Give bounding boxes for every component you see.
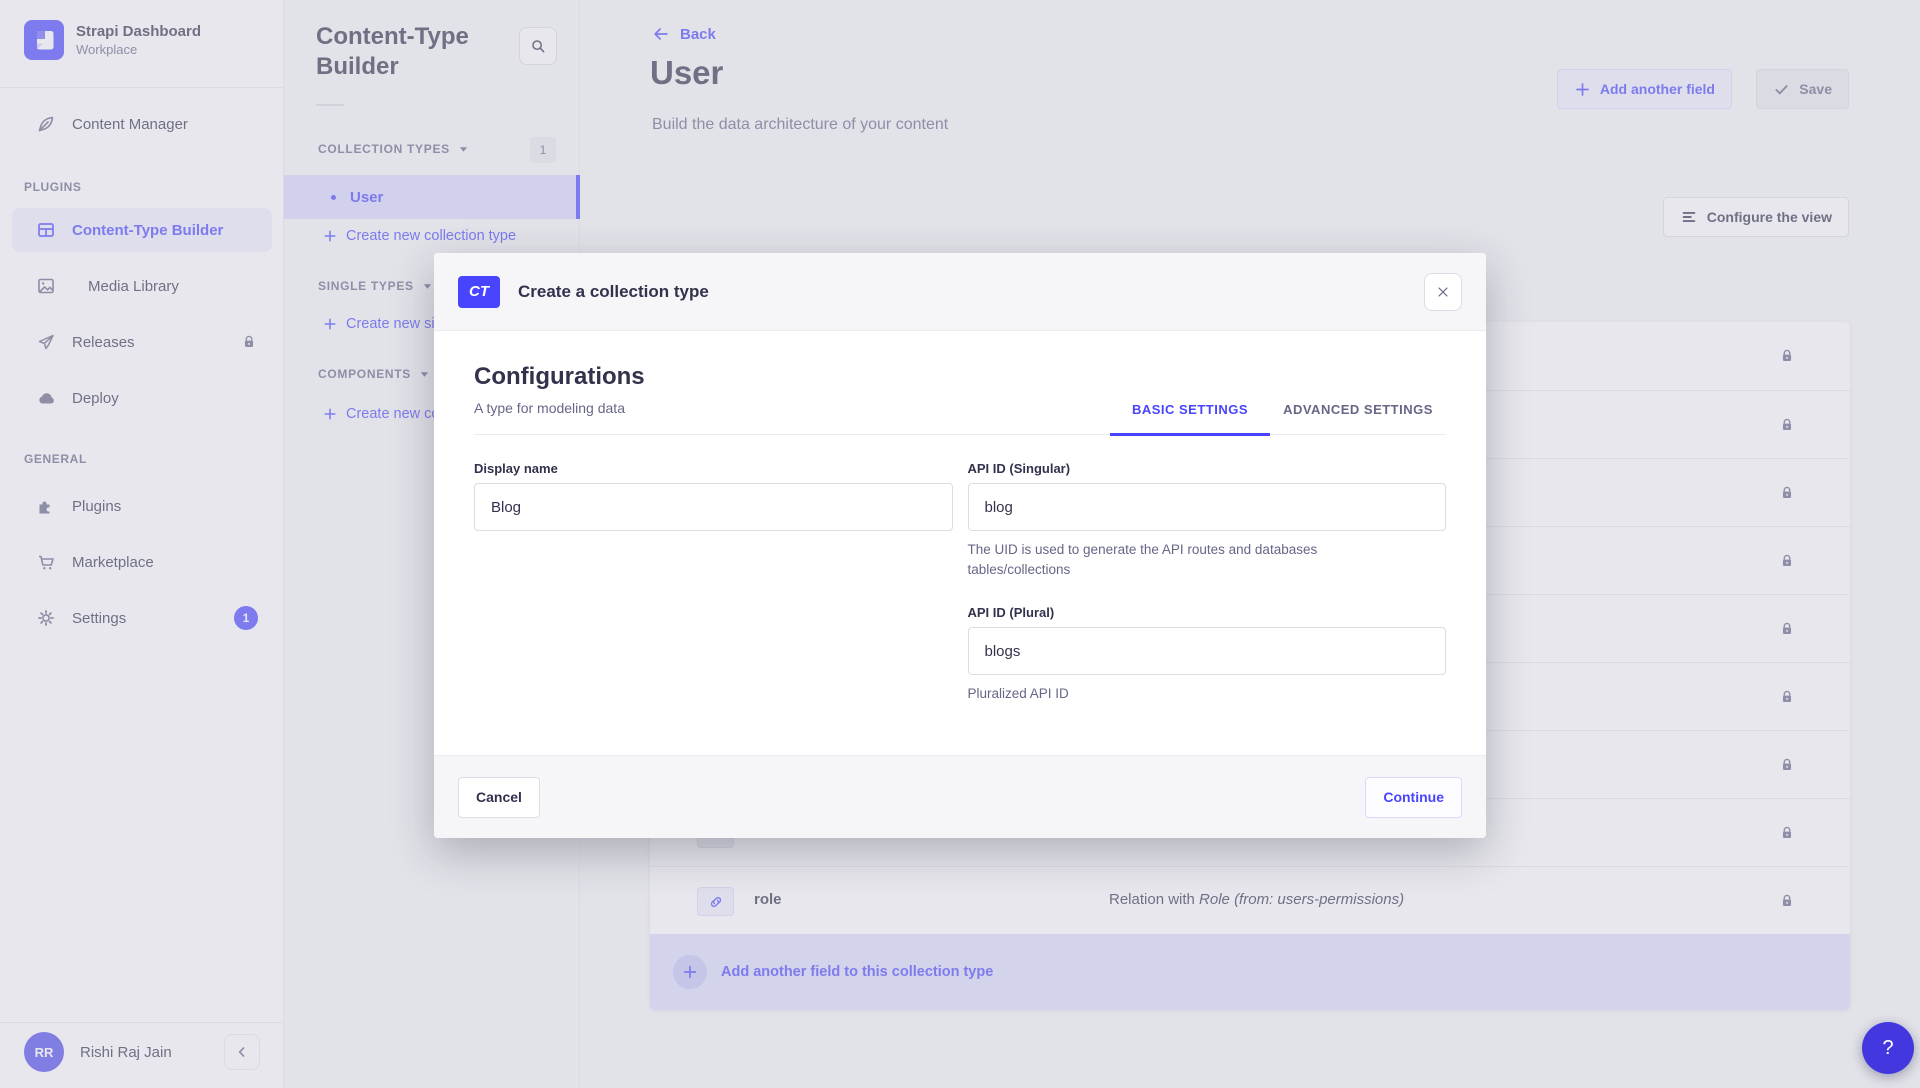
modal-head-row: Configurations A type for modeling data … (474, 331, 1446, 435)
strapi-app: Strapi Dashboard Workplace Content Manag… (0, 0, 1920, 1088)
modal-form: Display name API ID (Singular) The UID i… (474, 435, 1446, 704)
api-id-singular-label: API ID (Singular) (968, 461, 1447, 476)
modal-tabs: BASIC SETTINGS ADVANCED SETTINGS (1110, 402, 1446, 434)
modal-subheading: A type for modeling data (474, 400, 645, 434)
api-id-plural-label: API ID (Plural) (968, 605, 1447, 620)
modal-body: Configurations A type for modeling data … (434, 331, 1486, 704)
modal-heading: Configurations (474, 363, 645, 391)
continue-button[interactable]: Continue (1365, 777, 1462, 818)
create-collection-type-modal: CT Create a collection type Configuratio… (434, 253, 1486, 838)
form-col-right: API ID (Singular) The UID is used to gen… (968, 461, 1447, 704)
display-name-input[interactable] (474, 483, 953, 531)
modal-title: Create a collection type (518, 282, 709, 302)
display-name-label: Display name (474, 461, 953, 476)
tab-advanced-settings[interactable]: ADVANCED SETTINGS (1270, 402, 1446, 434)
api-id-plural-hint: Pluralized API ID (968, 684, 1338, 704)
modal-header: CT Create a collection type (434, 253, 1486, 331)
modal-heading-group: Configurations A type for modeling data (474, 363, 645, 434)
api-id-plural-input[interactable] (968, 627, 1447, 675)
help-button[interactable]: ? (1862, 1022, 1914, 1074)
ct-badge: CT (458, 276, 500, 308)
close-icon (1435, 284, 1451, 300)
close-modal-button[interactable] (1424, 273, 1462, 311)
api-id-singular-input[interactable] (968, 483, 1447, 531)
cancel-button[interactable]: Cancel (458, 777, 540, 818)
form-col-left: Display name (474, 461, 953, 704)
api-id-singular-hint: The UID is used to generate the API rout… (968, 540, 1338, 580)
tab-basic-settings[interactable]: BASIC SETTINGS (1110, 402, 1270, 434)
modal-footer: Cancel Continue (434, 755, 1486, 838)
